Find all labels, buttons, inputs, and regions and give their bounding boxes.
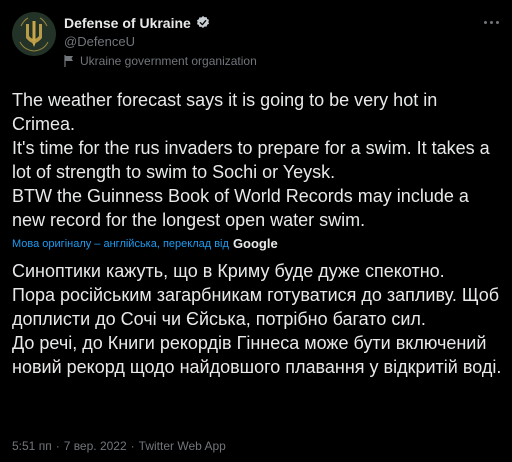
display-name[interactable]: Defense of Ukraine bbox=[64, 15, 191, 31]
tweet-header: Defense of Ukraine @DefenceU Ukraine gov… bbox=[12, 12, 502, 72]
affiliation-label[interactable]: Ukraine government organization bbox=[64, 54, 257, 68]
verified-badge-icon[interactable] bbox=[195, 15, 211, 31]
tweet-meta: 5:51 пп · 7 вер. 2022 · Twitter Web App bbox=[12, 439, 226, 453]
flag-icon bbox=[64, 55, 74, 67]
google-logo: Google bbox=[232, 236, 278, 251]
tweet-time[interactable]: 5:51 пп bbox=[12, 439, 52, 453]
affiliation-text: Ukraine government organization bbox=[80, 54, 257, 68]
tweet-date[interactable]: 7 вер. 2022 bbox=[64, 439, 127, 453]
meta-separator: · bbox=[130, 439, 135, 453]
tweet-client[interactable]: Twitter Web App bbox=[139, 439, 226, 453]
display-name-row: Defense of Ukraine bbox=[64, 14, 211, 32]
author-names: Defense of Ukraine @DefenceU bbox=[64, 14, 211, 49]
avatar[interactable] bbox=[12, 12, 56, 56]
translation-attribution[interactable]: Мова оригіналу – англійська, переклад ві… bbox=[12, 236, 278, 251]
translation-note[interactable]: Мова оригіналу – англійська, переклад ві… bbox=[12, 238, 229, 250]
handle[interactable]: @DefenceU bbox=[64, 34, 211, 49]
translated-text: Синоптики кажуть, що в Криму буде дуже с… bbox=[12, 261, 502, 377]
tweet-text: The weather forecast says it is going to… bbox=[12, 90, 490, 230]
meta-separator: · bbox=[55, 439, 60, 453]
trident-emblem-icon bbox=[12, 12, 56, 56]
more-options-icon[interactable] bbox=[480, 14, 502, 30]
